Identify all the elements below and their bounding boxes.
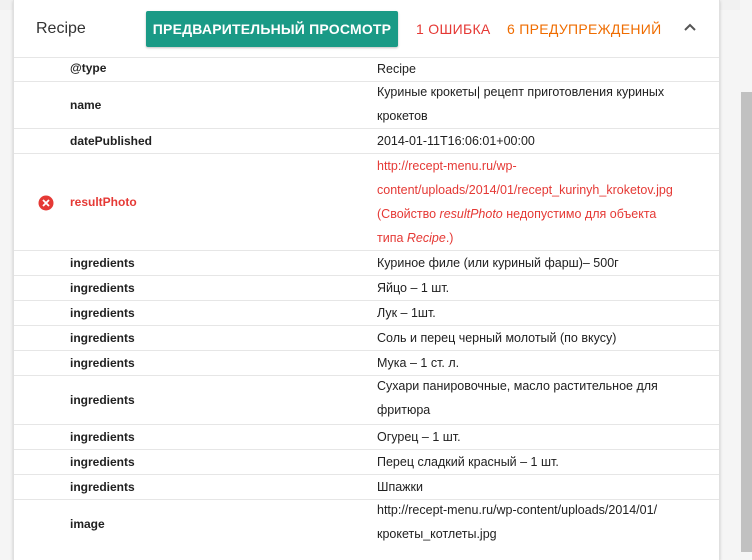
property-name: resultPhoto bbox=[70, 195, 137, 209]
warnings-count-link[interactable]: 6 ПРЕДУПРЕЖДЕНИЙ bbox=[507, 21, 661, 37]
property-value: http://recept-menu.ru/wp- content/upload… bbox=[377, 154, 707, 250]
property-value: Recipe bbox=[377, 62, 416, 76]
property-name: @type bbox=[70, 61, 107, 75]
table-row-error: resultPhoto http://recept-menu.ru/wp- co… bbox=[14, 154, 719, 251]
property-name: ingredients bbox=[70, 331, 135, 345]
table-row: ingredients Соль и перец черный молотый … bbox=[14, 326, 719, 351]
property-name: datePublished bbox=[70, 134, 153, 148]
property-value: Лук – 1шт. bbox=[377, 306, 436, 320]
error-note: (Свойство resultPhoto недопустимо для об… bbox=[377, 207, 657, 221]
property-value: Шпажки bbox=[377, 480, 423, 494]
property-name: ingredients bbox=[70, 281, 135, 295]
table-row: @type Recipe bbox=[14, 57, 719, 82]
table-row: ingredients Огурец – 1 шт. bbox=[14, 425, 719, 450]
scrollbar-thumb[interactable] bbox=[741, 92, 752, 552]
property-name: name bbox=[70, 98, 102, 112]
table-row: image http://recept-menu.ru/wp-content/u… bbox=[14, 500, 719, 556]
property-value: Куриное филе (или куриный фарш)– 500г bbox=[377, 256, 619, 270]
table-row: ingredients Шпажки bbox=[14, 475, 719, 500]
property-name: ingredients bbox=[70, 393, 135, 407]
error-circle-icon bbox=[38, 195, 54, 211]
item-type-title: Recipe bbox=[36, 20, 86, 37]
property-name: ingredients bbox=[70, 430, 135, 444]
table-row: name Куриные крокеты| рецепт приготовлен… bbox=[14, 82, 719, 129]
error-note-line2: типа Recipe.) bbox=[377, 231, 454, 245]
preview-button[interactable]: ПРЕДВАРИТЕЛЬНЫЙ ПРОСМОТР bbox=[146, 11, 398, 47]
property-value: Сухари панировочные, масло растительное … bbox=[377, 379, 658, 417]
property-name: ingredients bbox=[70, 356, 135, 370]
property-value: Куриные крокеты| рецепт приготовления ку… bbox=[377, 85, 665, 123]
property-name: ingredients bbox=[70, 306, 135, 320]
table-row: ingredients Сухари панировочные, масло р… bbox=[14, 376, 719, 425]
table-row: ingredients Яйцо – 1 шт. bbox=[14, 276, 719, 301]
errors-count-link[interactable]: 1 ОШИБКА bbox=[416, 21, 491, 37]
property-value: http://recept-menu.ru/wp-content/uploads… bbox=[377, 503, 658, 541]
table-row: ingredients Куриное филе (или куриный фа… bbox=[14, 251, 719, 276]
table-row: ingredients Лук – 1шт. bbox=[14, 301, 719, 326]
property-value: Яйцо – 1 шт. bbox=[377, 281, 450, 295]
property-name: ingredients bbox=[70, 256, 135, 270]
property-name: image bbox=[70, 517, 105, 531]
property-value: Перец сладкий красный – 1 шт. bbox=[377, 455, 559, 469]
property-name: ingredients bbox=[70, 455, 135, 469]
property-value: Мука – 1 ст. л. bbox=[377, 356, 460, 370]
table-row: ingredients Мука – 1 ст. л. bbox=[14, 351, 719, 376]
table-row: ingredients Перец сладкий красный – 1 шт… bbox=[14, 450, 719, 475]
table-row: datePublished 2014-01-11T16:06:01+00:00 bbox=[14, 129, 719, 154]
property-value: Соль и перец черный молотый (по вкусу) bbox=[377, 331, 617, 345]
property-name: ingredients bbox=[70, 480, 135, 494]
chevron-up-icon[interactable] bbox=[680, 17, 700, 37]
card-header: Recipe ПРЕДВАРИТЕЛЬНЫЙ ПРОСМОТР 1 ОШИБКА… bbox=[14, 0, 719, 58]
result-card: Recipe ПРЕДВАРИТЕЛЬНЫЙ ПРОСМОТР 1 ОШИБКА… bbox=[13, 0, 720, 560]
property-value: 2014-01-11T16:06:01+00:00 bbox=[377, 134, 535, 148]
property-value: Огурец – 1 шт. bbox=[377, 430, 461, 444]
